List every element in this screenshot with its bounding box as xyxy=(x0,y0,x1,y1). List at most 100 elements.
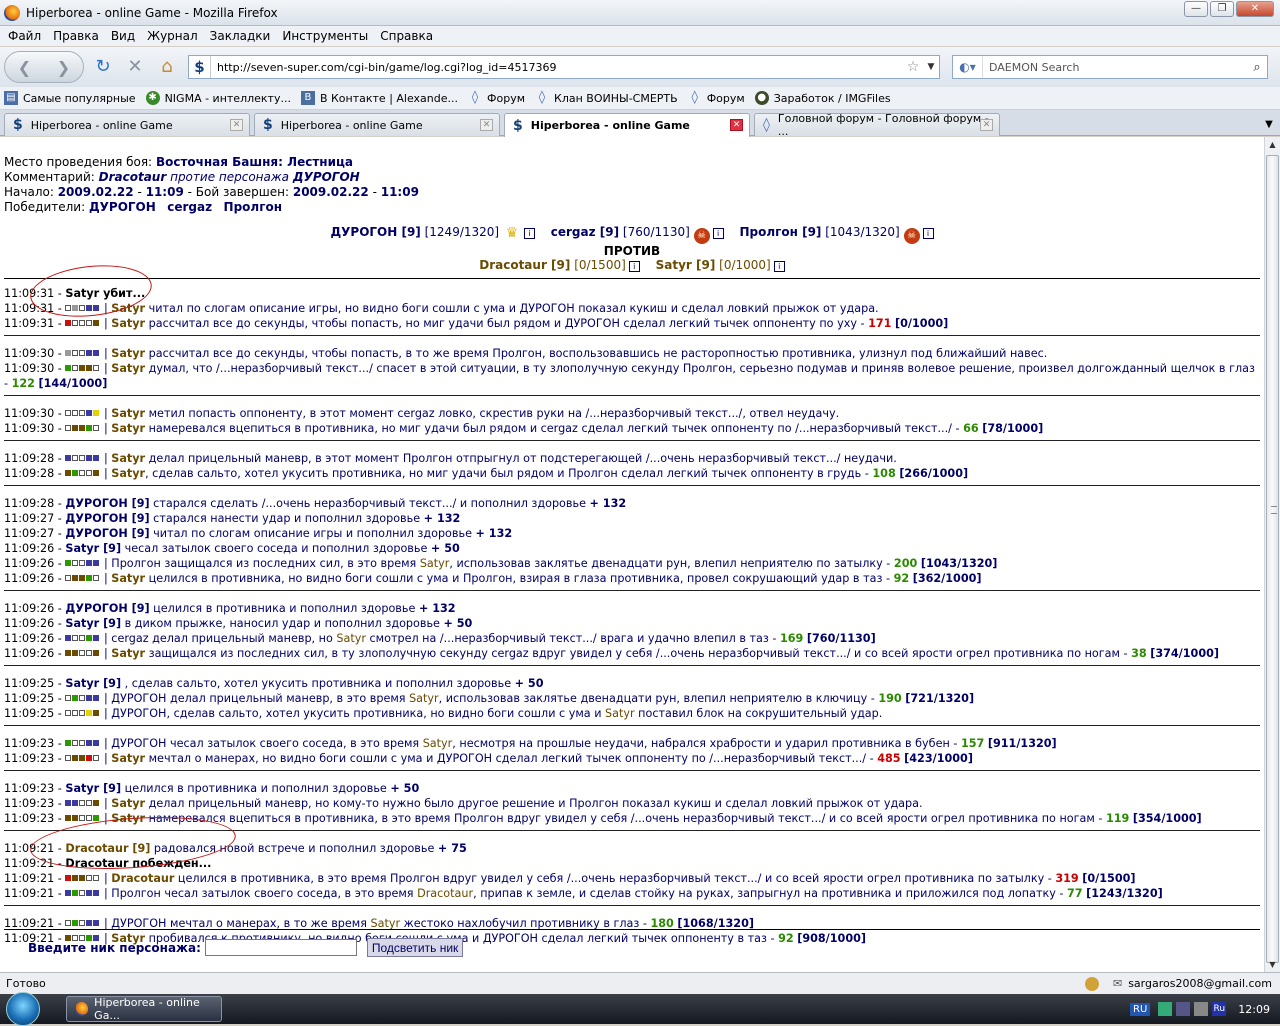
winner[interactable]: ДУРОГОН xyxy=(89,200,156,214)
tab-3-active[interactable]: $ Hiperborea - online Game ✕ xyxy=(504,113,750,137)
close-tab-icon[interactable]: ✕ xyxy=(230,119,243,131)
bookmarks-folder-icon: ▤ xyxy=(4,91,18,105)
bookmark-clan[interactable]: ◊ Клан ВОИНЫ-СМЕРТЬ xyxy=(535,91,678,105)
start-button[interactable] xyxy=(0,992,46,1026)
tray-volume-icon[interactable] xyxy=(1194,1002,1209,1016)
bookmark-imgfiles[interactable]: ● Заработок / IMGFiles xyxy=(754,91,891,105)
language-indicator[interactable]: RU xyxy=(1130,1002,1151,1016)
search-icon[interactable]: ⌕ xyxy=(1247,60,1267,75)
close-window-button[interactable]: ✕ xyxy=(1236,1,1274,17)
log-line: 11:09:26 - Satyr [9] в диком прыжке, нан… xyxy=(4,617,473,630)
winner[interactable]: cergaz xyxy=(167,200,212,214)
log-line: 11:09:25 - | ДУРОГОН делал прицельный ма… xyxy=(4,692,975,705)
log-line: 11:09:26 - | Satyr защищался из последни… xyxy=(4,647,1220,660)
search-input[interactable]: DAEMON Search xyxy=(983,61,1247,74)
log-line: 11:09:25 - | ДУРОГОН, сделав сальто, хот… xyxy=(4,707,883,720)
status-text: Готово xyxy=(6,977,46,990)
end-time: 11:09 xyxy=(380,185,419,199)
versus-label: ПРОТИВ xyxy=(603,244,661,258)
menu-file[interactable]: Файл xyxy=(2,29,47,43)
log-block: 11:09:25 - Satyr [9] , сделав сальто, хо… xyxy=(4,676,1260,726)
back-button[interactable]: ❮ xyxy=(5,58,44,77)
end-label: - Бой завершен: xyxy=(187,185,290,199)
url-text[interactable]: http://seven-super.com/cgi-bin/game/log.… xyxy=(211,61,903,74)
info-icon[interactable]: i xyxy=(628,261,640,272)
winner[interactable]: Пролгон xyxy=(224,200,282,214)
log-line: 11:09:27 - ДУРОГОН [9] старался нанести … xyxy=(4,512,461,525)
vk-icon: B xyxy=(300,91,315,105)
minimize-button[interactable]: — xyxy=(1184,1,1208,17)
list-all-tabs-icon[interactable]: ▼ xyxy=(1260,116,1278,134)
log-line: 11:09:23 - Satyr [9] целился в противник… xyxy=(4,782,420,795)
addon-icon[interactable] xyxy=(1084,976,1099,991)
log-block: 11:09:26 - ДУРОГОН [9] целился в противн… xyxy=(4,601,1260,666)
tray-keyboard-icon[interactable]: Ru xyxy=(1212,1002,1227,1016)
system-tray: RU Ru 12:09 xyxy=(1130,994,1280,1024)
maximize-button[interactable]: ❐ xyxy=(1210,1,1234,17)
menu-bookmarks[interactable]: Закладки xyxy=(204,29,277,43)
info-icon[interactable]: i xyxy=(773,261,785,272)
menu-help[interactable]: Справка xyxy=(374,29,439,43)
tray-network-icon[interactable] xyxy=(1176,1002,1191,1016)
close-tab-icon[interactable]: ✕ xyxy=(480,119,493,131)
tab-1[interactable]: $ Hiperborea - online Game ✕ xyxy=(4,113,250,136)
bookmark-forum-2[interactable]: ◊ Форум xyxy=(688,90,744,105)
clock[interactable]: 12:09 xyxy=(1238,1003,1270,1016)
menu-history[interactable]: Журнал xyxy=(141,29,204,43)
stop-icon[interactable]: ✕ xyxy=(122,54,148,80)
bookmark-star-icon[interactable]: ☆ xyxy=(903,59,923,75)
log-line: 11:09:26 - | Satyr целился в противника,… xyxy=(4,572,982,585)
log-line: 11:09:30 - | Satyr думал, что /...неразб… xyxy=(4,362,1255,390)
team1-player[interactable]: Пролгон [9] [1043/1320] ☠ i xyxy=(739,225,934,244)
scroll-thumb[interactable] xyxy=(1266,155,1279,963)
windows-logo-icon xyxy=(6,992,40,1026)
bookmark-most-visited[interactable]: ▤ Самые популярные xyxy=(4,91,136,105)
place-label: Место проведения боя: xyxy=(4,155,153,169)
firefox-icon xyxy=(4,4,20,21)
info-icon[interactable]: i xyxy=(712,228,724,239)
vertical-scrollbar[interactable]: ▲ ▼ xyxy=(1264,137,1280,972)
log-line: 11:09:31 - Satyr убит... xyxy=(4,287,146,300)
nick-input[interactable] xyxy=(204,939,357,956)
reload-icon[interactable]: ↻ xyxy=(90,54,116,80)
menu-edit[interactable]: Правка xyxy=(47,29,105,43)
status-bar: Готово ✉ sargaros2008@gmail.com xyxy=(0,972,1280,994)
team1-player[interactable]: ДУРОГОН [9] [1249/1320] ♛ i xyxy=(330,225,535,241)
log-line: 11:09:26 - | Пролгон защищался из послед… xyxy=(4,557,998,570)
mail-icon: ✉ xyxy=(1112,977,1123,990)
forward-button[interactable]: ❯ xyxy=(44,58,83,77)
team1-player[interactable]: cergaz [9] [760/1130] ☠ i xyxy=(551,225,724,244)
bookmark-vkontakte[interactable]: BВ Контакте | Alexande... xyxy=(300,91,458,105)
close-tab-icon[interactable]: ✕ xyxy=(980,119,993,131)
menu-view[interactable]: Вид xyxy=(105,29,141,43)
forum-icon: ◊ xyxy=(691,90,698,105)
team2-player[interactable]: Dracotaur [9] [0/1500] i xyxy=(479,258,640,272)
search-engine-icon[interactable]: ◐▾ xyxy=(953,56,983,78)
bookmark-forum-1[interactable]: ◊ Форум xyxy=(468,91,525,105)
url-dropdown-icon[interactable]: ▼ xyxy=(923,62,939,72)
tab-2[interactable]: $ Hiperborea - online Game ✕ xyxy=(254,113,500,136)
home-icon[interactable]: ⌂ xyxy=(154,54,180,80)
team2-player[interactable]: Satyr [9] [0/1000] i xyxy=(656,258,785,272)
tab-4[interactable]: ◊ Головной форум - Головной форум - ... ✕ xyxy=(754,112,1000,138)
team-2: Dracotaur [9] [0/1500] i Satyr [9] [0/100… xyxy=(4,258,1260,273)
dollar-favicon: $ xyxy=(513,117,523,134)
scroll-up-icon[interactable]: ▲ xyxy=(1265,137,1280,152)
info-icon[interactable]: i xyxy=(922,228,934,239)
dollar-favicon: $ xyxy=(263,117,273,133)
highlight-nick-button[interactable]: Подсветить ник xyxy=(366,938,464,957)
menu-tools[interactable]: Инструменты xyxy=(276,29,374,43)
search-bar[interactable]: ◐▾ DAEMON Search ⌕ xyxy=(952,55,1268,79)
scroll-down-icon[interactable]: ▼ xyxy=(1265,957,1280,972)
taskbar-firefox-button[interactable]: Hiperborea - online Ga... xyxy=(66,996,222,1022)
comment-name-a: Dracotaur xyxy=(98,170,167,184)
close-tab-icon[interactable]: ✕ xyxy=(730,119,743,131)
tray-app-icon[interactable] xyxy=(1158,1002,1173,1016)
info-icon[interactable]: i xyxy=(523,228,535,239)
log-block: 11:09:31 - Satyr убит... 11:09:31 - | Sa… xyxy=(4,286,1260,336)
url-bar[interactable]: $ http://seven-super.com/cgi-bin/game/lo… xyxy=(188,55,940,79)
nick-label: Введите ник персонажа: xyxy=(28,940,201,955)
bookmark-nigma[interactable]: ✱ NIGMA - интеллекту... xyxy=(145,91,291,105)
gmail-notifier[interactable]: ✉ sargaros2008@gmail.com xyxy=(1113,977,1272,990)
log-line: 11:09:28 - ДУРОГОН [9] старался сделать … xyxy=(4,497,627,510)
